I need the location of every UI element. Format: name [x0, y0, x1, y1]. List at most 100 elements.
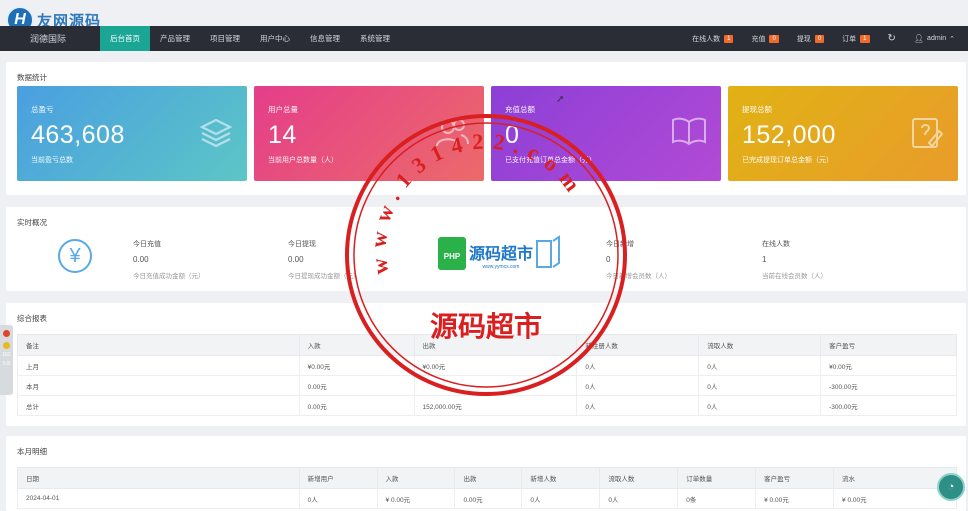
- monthly-panel: 本月明细 日期 新增用户 入款 出款 新增人数 流取人数 订单数量 客户盈亏 流…: [6, 436, 966, 511]
- realtime-item-withdraw: 今日提现 0.00 今日提现成功金额（元）: [288, 239, 360, 280]
- stat-card-profit: 总盈亏 463,608 当前盈亏总数: [17, 86, 247, 181]
- yen-icon: ¥: [58, 239, 92, 273]
- table-header: 新增用户: [298, 467, 378, 489]
- table-header: 订单数量: [677, 467, 757, 489]
- alert-icon: [3, 330, 10, 337]
- realtime-sub: 今日提现成功金额（元）: [288, 273, 360, 280]
- stat-card-title: 充值总额: [505, 105, 535, 114]
- recharge-link[interactable]: 充值 0: [742, 34, 787, 44]
- realtime-label: 今日提现: [288, 241, 316, 248]
- withdraw-link[interactable]: 提现 0: [788, 34, 833, 44]
- stat-card-title: 总盈亏: [31, 105, 54, 114]
- side-tool-value: 5.8: [3, 361, 10, 367]
- table-cell: 0人: [698, 395, 822, 416]
- side-toolbar[interactable]: 162 5.8: [0, 325, 13, 395]
- table-cell: ¥0.00元: [298, 355, 415, 376]
- report-panel: 综合报表 备注 入款 出款 新注册人数 流取人数 客户盈亏 上月 ¥0.00元 …: [6, 303, 966, 426]
- table-cell: 0人: [576, 355, 700, 376]
- edit-icon: [910, 116, 944, 152]
- withdraw-badge: 0: [814, 34, 825, 43]
- table-header: 新增人数: [521, 467, 601, 489]
- table-cell: [413, 375, 578, 396]
- stat-card-withdraw: 提现总额 152,000 已完成提现订单总金额（元）: [728, 86, 958, 181]
- table-header: 入款: [376, 467, 456, 489]
- stat-card-users: 用户总量 14 当前用户总数量（人）: [254, 86, 484, 181]
- stat-card-sub: 已支付充值订单总金额（元）: [505, 157, 596, 164]
- recharge-label: 充值: [751, 35, 766, 43]
- chevron-up-icon: ⌃: [949, 35, 955, 43]
- table-header: 新注册人数: [576, 334, 700, 356]
- chat-icon[interactable]: ◔: [937, 473, 965, 501]
- table-header-row: 日期 新增用户 入款 出款 新增人数 流取人数 订单数量 客户盈亏 流水: [17, 467, 957, 489]
- table-row: 2024-04-01 0人 ¥ 0.00元 0.00元 0人 0人 0条 ¥ 0…: [17, 488, 957, 509]
- top-navbar: 润德国际 后台首页 产品管理 项目管理 用户中心 信息管理 系统管理 在线人数 …: [0, 26, 968, 51]
- stat-card-title: 提现总额: [742, 105, 772, 114]
- table-header: 出款: [454, 467, 523, 489]
- nav-item-users[interactable]: 用户中心: [250, 26, 300, 51]
- table-cell: 0.00元: [454, 488, 523, 509]
- report-title: 综合报表: [17, 314, 47, 323]
- nav-right: 在线人数 1 充值 0 提现 0 订单 1 ↻ 👤︎ admin ⌃: [683, 26, 968, 51]
- table-header: 日期: [17, 467, 300, 489]
- realtime-value: 0.00: [133, 255, 149, 264]
- table-cell: 0人: [298, 488, 378, 509]
- orders-link[interactable]: 订单 1: [833, 34, 878, 44]
- nav-item-system[interactable]: 系统管理: [350, 26, 400, 51]
- mouse-cursor-icon: ➚: [556, 94, 565, 105]
- nav-item-products[interactable]: 产品管理: [150, 26, 200, 51]
- table-cell: 0人: [599, 488, 679, 509]
- realtime-label: 今日新增: [606, 241, 634, 248]
- table-cell: ¥0.00元: [413, 355, 578, 376]
- table-cell: 0人: [576, 395, 700, 416]
- realtime-panel: 实时概况 ¥ 今日充值 0.00 今日充值成功金额（元） 今日提现 0.00 今…: [6, 207, 966, 291]
- table-cell: 2024-04-01: [17, 488, 300, 509]
- user-menu[interactable]: 👤︎ admin ⌃: [905, 34, 964, 43]
- report-table: 备注 入款 出款 新注册人数 流取人数 客户盈亏 上月 ¥0.00元 ¥0.00…: [17, 334, 957, 416]
- realtime-label: 今日充值: [133, 241, 161, 248]
- realtime-sub: 今日新增会员数（人）: [606, 273, 671, 280]
- table-cell: 0.00元: [298, 395, 415, 416]
- stat-card-title: 用户总量: [268, 105, 298, 114]
- nav-item-dashboard[interactable]: 后台首页: [100, 26, 150, 51]
- table-header: 备注: [17, 334, 300, 356]
- table-row: 总计 0.00元 152,000.00元 0人 0人 -300.00元: [17, 395, 957, 416]
- realtime-sub: 当前在线会员数（人）: [762, 273, 827, 280]
- table-row: 本月 0.00元 0人 0人 -300.00元: [17, 375, 957, 396]
- stat-card-sub: 已完成提现订单总金额（元）: [742, 157, 833, 164]
- table-header: 流取人数: [698, 334, 822, 356]
- realtime-sub: 今日充值成功金额（元）: [133, 273, 205, 280]
- users-icon: [434, 116, 470, 152]
- table-cell: ¥ 0.00元: [755, 488, 835, 509]
- table-cell: 0人: [698, 355, 822, 376]
- stat-card-sub: 当前盈亏总数: [31, 157, 73, 164]
- table-header: 入款: [298, 334, 415, 356]
- table-header-row: 备注 入款 出款 新注册人数 流取人数 客户盈亏: [17, 334, 957, 356]
- nav-item-projects[interactable]: 项目管理: [200, 26, 250, 51]
- table-cell: -300.00元: [820, 375, 957, 396]
- table-cell: 0条: [677, 488, 757, 509]
- book-icon: [671, 116, 707, 148]
- realtime-label: 在线人数: [762, 241, 790, 248]
- stats-panel: 数据统计 总盈亏 463,608 当前盈亏总数 用户总量 14 当前用户总数量（…: [6, 62, 966, 195]
- realtime-title: 实时概况: [17, 218, 47, 227]
- realtime-value: 1: [762, 255, 767, 264]
- realtime-item-recharge: 今日充值 0.00 今日充值成功金额（元）: [133, 239, 205, 280]
- stat-card-recharge: 充值总额 0 已支付充值订单总金额（元）: [491, 86, 721, 181]
- monthly-title: 本月明细: [17, 447, 47, 456]
- nav-item-messages[interactable]: 信息管理: [300, 26, 350, 51]
- user-icon: 👤︎: [913, 34, 925, 43]
- table-header: 流取人数: [599, 467, 679, 489]
- table-cell: ¥ 0.00元: [376, 488, 456, 509]
- table-cell: 本月: [17, 375, 300, 396]
- warning-icon: [3, 342, 10, 349]
- table-header: 客户盈亏: [820, 334, 957, 356]
- orders-badge: 1: [860, 34, 870, 43]
- online-users-link[interactable]: 在线人数 1: [683, 34, 742, 44]
- table-cell: 0人: [521, 488, 601, 509]
- monthly-table: 日期 新增用户 入款 出款 新增人数 流取人数 订单数量 客户盈亏 流水 202…: [17, 467, 957, 509]
- refresh-icon[interactable]: ↻: [879, 33, 905, 44]
- online-users-badge: 1: [724, 34, 734, 43]
- table-row: 上月 ¥0.00元 ¥0.00元 0人 0人 ¥0.00元: [17, 355, 957, 376]
- table-cell: -300.00元: [820, 395, 957, 416]
- stats-title: 数据统计: [17, 73, 47, 82]
